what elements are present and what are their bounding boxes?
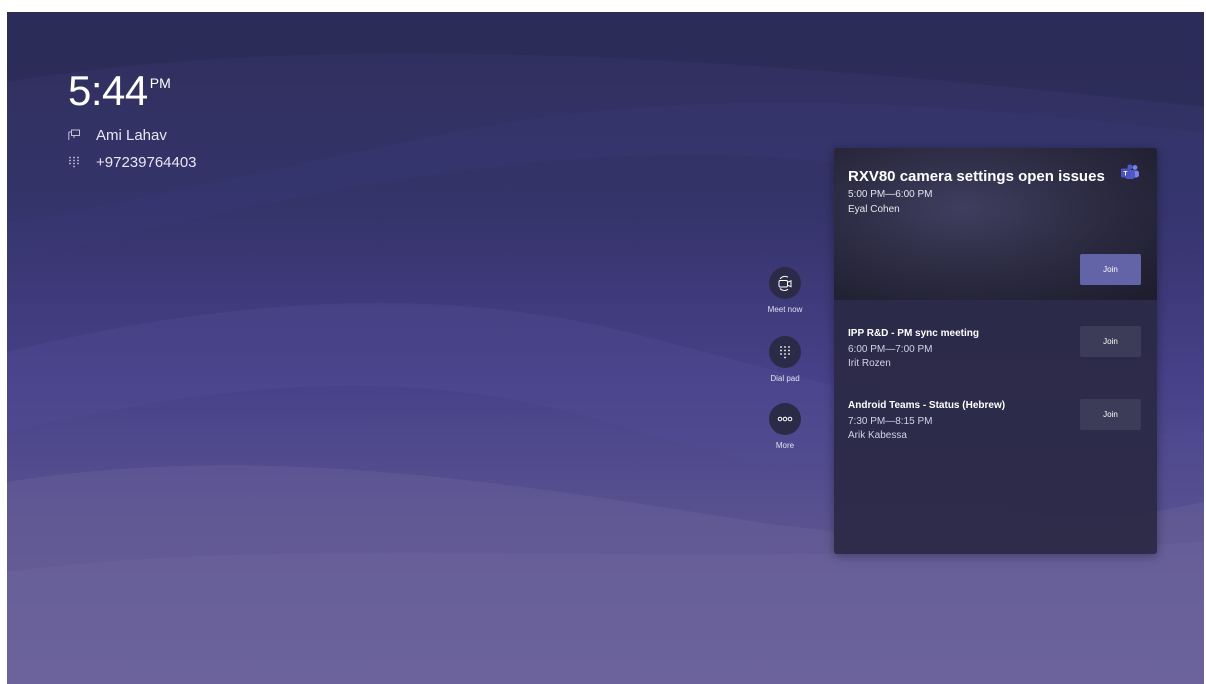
meeting-item[interactable]: Android Teams - Status (Hebrew) 7:30 PM—…	[834, 399, 1157, 456]
teams-room-home-screen: 5:44 PM Ami Lahav +97239764403 Meet now …	[7, 12, 1204, 684]
dial-pad-button[interactable]: Dial pad	[759, 336, 811, 383]
join-button[interactable]: Join	[1080, 399, 1141, 430]
more-icon	[777, 416, 793, 422]
more-label: More	[775, 441, 795, 450]
meeting-time: 6:00 PM—7:00 PM	[848, 344, 933, 355]
meeting-title: IPP R&D - PM sync meeting	[848, 328, 979, 339]
meeting-organizer: Irit Rozen	[848, 358, 891, 369]
meeting-title: Android Teams - Status (Hebrew)	[848, 400, 1006, 411]
meeting-time: 7:30 PM—8:15 PM	[848, 416, 933, 427]
clock-ampm: PM	[149, 75, 171, 91]
room-device-icon	[68, 129, 80, 140]
dial-pad-icon	[69, 156, 79, 168]
room-name: Ami Lahav	[96, 126, 167, 144]
meetings-panel: RXV80 camera settings open issues 5:00 P…	[834, 148, 1157, 554]
dial-pad-circle[interactable]	[769, 336, 801, 368]
meet-now-label: Meet now	[767, 305, 803, 314]
clock: 5:44 PM	[68, 70, 171, 112]
clock-time: 5:44	[68, 67, 148, 114]
dial-pad-label: Dial pad	[770, 374, 800, 383]
dial-pad-icon	[780, 346, 790, 359]
join-button[interactable]: Join	[1080, 254, 1141, 285]
phone-number-row: +97239764403	[68, 153, 197, 171]
room-name-row: Ami Lahav	[68, 126, 167, 144]
video-camera-icon	[778, 275, 792, 291]
meeting-time: 5:00 PM—6:00 PM	[848, 189, 933, 200]
current-meeting-card[interactable]: RXV80 camera settings open issues 5:00 P…	[834, 148, 1157, 300]
join-button[interactable]: Join	[1080, 326, 1141, 357]
meeting-organizer: Eyal Cohen	[848, 204, 900, 215]
meeting-title: RXV80 camera settings open issues	[848, 168, 1105, 185]
svg-text:T: T	[1124, 171, 1128, 178]
more-circle[interactable]	[769, 403, 801, 435]
teams-icon: T	[1121, 164, 1139, 179]
meeting-organizer: Arik Kabessa	[848, 430, 907, 441]
more-button[interactable]: More	[759, 403, 811, 450]
phone-number: +97239764403	[96, 153, 197, 171]
meeting-item[interactable]: IPP R&D - PM sync meeting 6:00 PM—7:00 P…	[834, 326, 1157, 384]
meet-now-circle[interactable]	[769, 267, 801, 299]
meet-now-button[interactable]: Meet now	[759, 267, 811, 314]
